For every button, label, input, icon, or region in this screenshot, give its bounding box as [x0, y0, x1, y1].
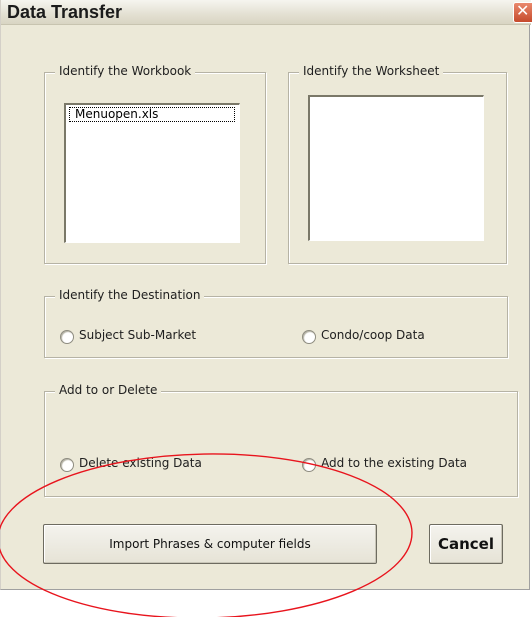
worksheet-group: Identify the Worksheet	[288, 64, 507, 264]
workbook-group-label: Identify the Workbook	[55, 64, 196, 78]
radio-label-add-existing-data: Add to the existing Data	[321, 456, 468, 470]
data-transfer-dialog: Data Transfer ✕ Identify the Workbook Me…	[0, 0, 532, 590]
radio-label-condo-coop-data: Condo/coop Data	[321, 328, 425, 342]
add-delete-group: Add to or Delete Delete existing Data Ad…	[44, 383, 518, 497]
add-delete-group-label: Add to or Delete	[55, 383, 162, 397]
destination-group: Identify the Destination Subject Sub-Mar…	[44, 288, 508, 358]
workbook-list-item[interactable]: Menuopen.xls	[69, 107, 235, 122]
worksheet-listbox[interactable]	[308, 95, 484, 241]
window-title: Data Transfer	[7, 2, 123, 22]
radio-subject-sub-market[interactable]	[60, 330, 74, 344]
radio-label-subject-sub-market: Subject Sub-Market	[79, 328, 197, 342]
title-bar[interactable]: Data Transfer ✕	[1, 0, 532, 25]
destination-group-label: Identify the Destination	[55, 288, 205, 302]
worksheet-group-label: Identify the Worksheet	[299, 64, 444, 78]
cancel-button[interactable]: Cancel	[429, 524, 503, 564]
radio-label-delete-existing-data: Delete existing Data	[79, 456, 202, 470]
import-button[interactable]: Import Phrases & computer fields	[43, 524, 377, 564]
radio-add-existing-data[interactable]	[302, 458, 316, 472]
radio-condo-coop-data[interactable]	[302, 330, 316, 344]
close-icon[interactable]: ✕	[513, 1, 532, 23]
workbook-group: Identify the Workbook Menuopen.xls	[44, 64, 266, 264]
workbook-listbox[interactable]: Menuopen.xls	[64, 103, 240, 243]
radio-delete-existing-data[interactable]	[60, 458, 74, 472]
